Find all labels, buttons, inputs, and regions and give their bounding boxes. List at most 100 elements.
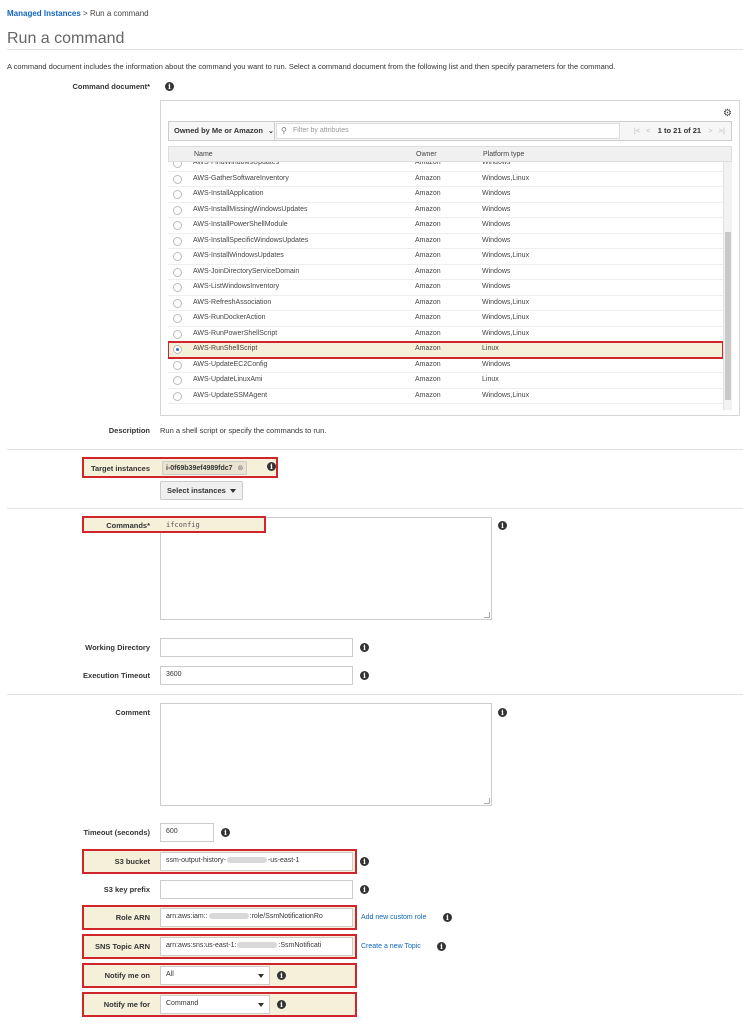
sns-topic-arn-input[interactable]: arn:aws:sns:us-east-1::SsmNotificati (160, 937, 353, 956)
cell-name: AWS-InstallWindowsUpdates (193, 252, 284, 259)
filter-placeholder: Filter by attributes (293, 127, 349, 134)
row-radio[interactable] (173, 221, 182, 230)
row-radio[interactable] (173, 205, 182, 215)
table-row[interactable]: AWS-RunDockerAction Amazon Windows,Linux (168, 311, 723, 327)
row-radio[interactable] (173, 376, 182, 385)
execution-timeout-input[interactable]: 3600 (160, 666, 353, 685)
caret-down-icon (229, 489, 236, 494)
cell-platform: Windows (482, 162, 511, 166)
last-page-icon[interactable]: >| (719, 126, 725, 135)
document-toolbar: Owned by Me or Amazon ⌄ ⚲ Filter by attr… (168, 121, 732, 141)
table-row[interactable]: AWS-FindWindowsUpdates Amazon Windows (168, 162, 723, 172)
create-new-topic-link[interactable]: Create a new Topic (361, 943, 421, 950)
cell-platform: Linux (482, 376, 499, 383)
table-row[interactable]: AWS-JoinDirectoryServiceDomain Amazon Wind… (168, 265, 723, 280)
row-radio[interactable] (173, 345, 182, 354)
info-icon[interactable]: i (360, 857, 369, 866)
cell-platform: Linux (482, 345, 499, 352)
info-icon[interactable]: i (360, 643, 369, 652)
filter-input[interactable]: ⚲ Filter by attributes (276, 123, 620, 139)
gear-icon[interactable]: ⚙ (723, 108, 732, 119)
info-icon[interactable]: i (165, 82, 174, 91)
table-row[interactable]: AWS-UpdateSSMAgent Amazon Windows,Linux (168, 389, 723, 404)
table-header: Name Owner Platform type (168, 146, 732, 162)
info-icon[interactable]: i (498, 708, 507, 717)
info-icon[interactable]: i (360, 671, 369, 680)
table-row[interactable]: AWS-InstallMissingWindowsUpdates Amazon Wi… (168, 203, 723, 218)
cell-name: AWS-RunPowerShellScript (193, 329, 278, 337)
row-radio[interactable] (173, 252, 182, 261)
next-page-icon[interactable]: > (708, 126, 712, 135)
row-radio[interactable] (173, 391, 182, 401)
column-header-platform[interactable]: Platform type (483, 151, 524, 158)
row-radio[interactable] (173, 174, 182, 184)
add-new-custom-role-link[interactable]: Add new custom role (361, 914, 426, 921)
table-row[interactable]: AWS-UpdateLinuxAmi Amazon Linux (168, 373, 723, 389)
scrollbar-thumb[interactable] (725, 232, 731, 400)
info-icon[interactable]: i (277, 1000, 286, 1009)
row-radio[interactable] (173, 190, 182, 199)
info-icon[interactable]: i (221, 828, 230, 837)
table-row[interactable]: AWS-InstallWindowsUpdates Amazon Windows,L… (168, 249, 723, 265)
cell-name: AWS-RefreshAssociation (193, 298, 272, 306)
resize-grip-icon[interactable] (484, 798, 490, 804)
row-radio[interactable] (173, 267, 182, 277)
cell-name: AWS-UpdateEC2Config (193, 360, 268, 368)
info-icon[interactable]: i (498, 521, 507, 530)
row-radio[interactable] (173, 314, 182, 323)
row-radio[interactable] (173, 236, 182, 246)
row-radio[interactable] (173, 360, 182, 370)
working-directory-input[interactable] (160, 638, 353, 657)
row-radio[interactable] (173, 329, 182, 339)
notify-me-on-label: Notify me on (104, 971, 150, 980)
notify-me-for-label: Notify me for (103, 1000, 150, 1009)
table-scrollbar[interactable] (723, 162, 732, 410)
first-page-icon[interactable]: |< (634, 126, 640, 135)
remove-icon[interactable]: ⊗ (238, 465, 244, 472)
cell-owner: Amazon (415, 314, 441, 321)
cell-name: AWS-RunShellScript (193, 345, 258, 352)
redacted-account-id (237, 942, 278, 949)
s3-key-prefix-input[interactable] (160, 880, 353, 899)
row-radio[interactable] (173, 162, 182, 168)
table-row[interactable]: AWS-GatherSoftwareInventory Amazon Windows… (168, 172, 723, 187)
s3-bucket-input[interactable]: ssm-output-history- -us-east-1 (160, 852, 353, 871)
info-icon[interactable]: i (360, 885, 369, 894)
info-icon[interactable]: i (277, 971, 286, 980)
table-row[interactable]: AWS-RunShellScript Amazon Linux (168, 341, 723, 359)
breadcrumb-managed-instances[interactable]: Managed Instances (7, 9, 81, 18)
info-icon[interactable]: i (267, 462, 276, 471)
notify-me-for-select[interactable]: Command (160, 995, 270, 1014)
table-row[interactable]: AWS-InstallPowerShellModule Amazon Windows (168, 218, 723, 234)
comment-textarea[interactable] (160, 703, 492, 806)
row-radio[interactable] (173, 298, 182, 308)
table-row[interactable]: AWS-UpdateEC2Config Amazon Windows (168, 358, 723, 373)
target-instance-chip[interactable]: i-0f69b39ef4989fdc7 ⊗ (162, 461, 248, 475)
prev-page-icon[interactable]: < (646, 126, 650, 135)
notify-me-on-select[interactable]: All (160, 966, 270, 985)
intro-text: A command document includes the informat… (7, 62, 616, 71)
pagination-text: 1 to 21 of 21 (657, 126, 702, 135)
table-row[interactable]: AWS-InstallSpecificWindowsUpdates Amazon W… (168, 234, 723, 249)
breadcrumb-current: Run a command (89, 9, 149, 18)
timeout-seconds-input[interactable]: 600 (160, 823, 214, 842)
row-radio[interactable] (173, 283, 182, 292)
cell-owner: Amazon (415, 360, 441, 368)
breadcrumb-separator: > (80, 9, 90, 18)
cell-name: AWS-InstallPowerShellModule (193, 221, 288, 228)
owner-filter-select[interactable]: Owned by Me or Amazon ⌄ (169, 122, 275, 140)
column-header-name[interactable]: Name (194, 151, 213, 158)
table-row[interactable]: AWS-InstallApplication Amazon Windows (168, 187, 723, 203)
select-instances-label: Select instances (167, 486, 226, 495)
table-row[interactable]: AWS-RefreshAssociation Amazon Windows,Linu… (168, 296, 723, 311)
select-instances-button[interactable]: Select instances (160, 481, 243, 500)
cell-owner: Amazon (415, 236, 441, 244)
column-header-owner[interactable]: Owner (416, 151, 437, 158)
info-icon[interactable]: i (443, 913, 452, 922)
divider (7, 508, 743, 509)
role-arn-input[interactable]: arn:aws:iam:::role/SsmNotificationRo (160, 908, 353, 927)
info-icon[interactable]: i (437, 942, 446, 951)
resize-grip-icon[interactable] (484, 612, 490, 618)
table-row[interactable]: AWS-ListWindowsInventory Amazon Windows (168, 280, 723, 296)
table-row[interactable]: AWS-RunPowerShellScript Amazon Windows,Lin… (168, 327, 723, 342)
